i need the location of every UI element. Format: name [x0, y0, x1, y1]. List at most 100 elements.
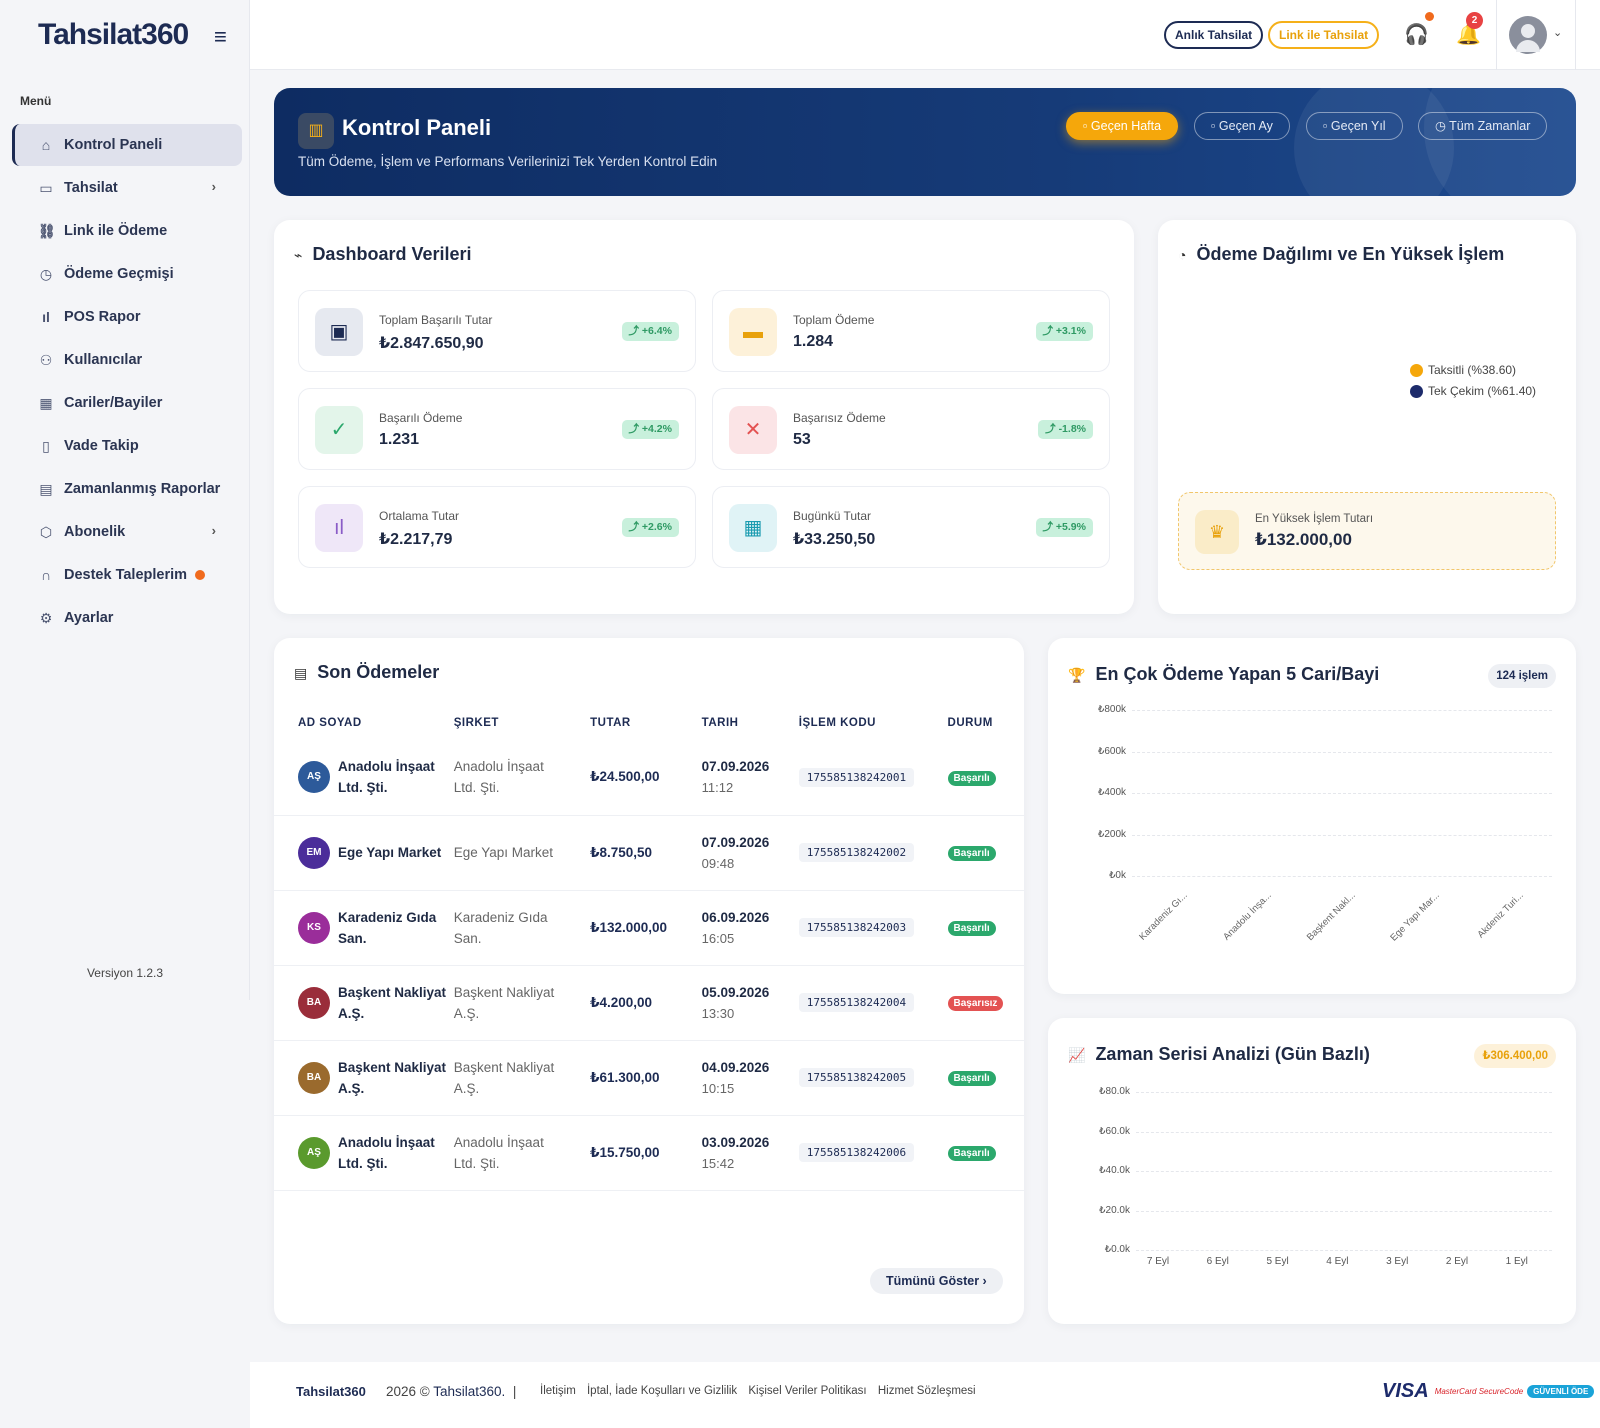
sidebar-item-0[interactable]: ⌂ Kontrol Paneli	[12, 124, 242, 166]
footer-links: İletişim İptal, İade Koşulları ve Gizlil…	[540, 1385, 984, 1397]
bar-chart-icon: ıl	[42, 309, 50, 325]
chevron-down-icon[interactable]: ⌄	[1553, 26, 1562, 39]
users-icon: ⚇	[39, 352, 53, 368]
topbar: Anlık Tahsilat Link ile Tahsilat 🎧 🔔 2 ⌄	[250, 0, 1600, 70]
menu-label: Menü	[20, 94, 52, 108]
column-header[interactable]: DURUM	[948, 706, 1024, 740]
company-name: Ege Yapı Market	[453, 845, 554, 860]
filter-last-month[interactable]: ▫ Geçen Ay	[1194, 112, 1290, 140]
payer-name: Ege Yapı Market	[338, 845, 442, 860]
sidebar-item-label: Vade Takip	[64, 438, 139, 454]
notification-dot	[195, 570, 206, 580]
recent-payments-card: ▤ Son Ödemeler AD SOYAD ŞIRKET TUTAR TARIH İŞ…	[274, 638, 1024, 1324]
trend-badge: ⤴ +4.2%	[621, 420, 679, 439]
table-row[interactable]: AŞ Anadolu İnşaat Ltd. Şti. Anadolu İnşaat…	[274, 740, 1024, 816]
link-collection-button[interactable]: Link ile Tahsilat	[1268, 21, 1380, 49]
sidebar-item-label: Abonelik	[64, 524, 126, 540]
payments-table: AD SOYAD ŞIRKET TUTAR TARIH İŞLEM KODU DURUM …	[274, 706, 1024, 1191]
y-tick: ₺200k	[1097, 828, 1126, 840]
x-label: 3 Eyl	[1386, 1256, 1409, 1267]
peak-value: ₺132.000,00	[1255, 530, 1352, 549]
sidebar-item-8[interactable]: ▤ Zamanlanmış Raporlar	[12, 468, 242, 510]
footer-link-terms[interactable]: Hizmet Sözleşmesi	[878, 1385, 976, 1397]
grid-line	[1136, 1092, 1552, 1093]
stat-label: Ortalama Tutar	[379, 509, 460, 523]
stat-card: ▦ Bugünkü Tutar ₺33.250,50 ⤴ +5.9%	[712, 486, 1110, 568]
table-row[interactable]: BA Başkent Nakliyat A.Ş. Başkent Nakliyat …	[274, 1040, 1024, 1116]
filter-last-week[interactable]: ▫ Geçen Hafta	[1066, 112, 1179, 140]
timeseries-card: 📈 Zaman Serisi Analizi (Gün Bazlı) ₺306.4…	[1048, 1018, 1576, 1324]
stat-label: Başarısız Ödeme	[793, 411, 886, 425]
headset-icon[interactable]: 🎧	[1404, 22, 1429, 47]
peak-transaction-box: ♛ En Yüksek İşlem Tutarı ₺132.000,00	[1178, 492, 1556, 570]
stat-label: Toplam Ödeme	[793, 313, 875, 327]
column-header[interactable]: TUTAR	[590, 706, 702, 740]
sidebar-item-label: Zamanlanmış Raporlar	[64, 481, 221, 497]
table-row[interactable]: AŞ Anadolu İnşaat Ltd. Şti. Anadolu İnşaat…	[274, 1115, 1024, 1191]
column-header[interactable]: İŞLEM KODU	[799, 706, 948, 740]
app-logo[interactable]: Tahsilat360	[38, 18, 189, 52]
footer-link-contact[interactable]: İletişim	[540, 1385, 576, 1397]
sidebar-item-9[interactable]: ⬡ Abonelik ›	[12, 511, 242, 553]
link-icon: ⛓	[38, 223, 56, 239]
table-header: AD SOYAD ŞIRKET TUTAR TARIH İŞLEM KODU DURUM	[274, 706, 1024, 740]
time: 15:42	[701, 1155, 735, 1171]
payer-name: Anadolu İnşaat Ltd. Şti.	[338, 759, 435, 796]
version-text: Versiyon 1.2.3	[86, 966, 164, 980]
chart-icon: ıl	[315, 504, 363, 552]
table-row[interactable]: BA Başkent Nakliyat A.Ş. Başkent Nakliyat …	[274, 965, 1024, 1041]
x-category: Anadolu İnşa...	[1221, 890, 1274, 943]
company-name: Başkent Nakliyat A.Ş.	[453, 1059, 555, 1096]
table-row[interactable]: EM Ege Yapı Market Ege Yapı Market ₺8.750,5…	[274, 815, 1024, 891]
filter-last-year[interactable]: ▫ Geçen Yıl	[1306, 112, 1403, 140]
instant-collection-button[interactable]: Anlık Tahsilat	[1164, 21, 1264, 49]
sidebar-item-label: Tahsilat	[64, 180, 118, 196]
peak-label: En Yüksek İşlem Tutarı	[1255, 513, 1374, 525]
sidebar-item-7[interactable]: ▯ Vade Takip	[12, 425, 242, 467]
grid-line	[1136, 1171, 1552, 1172]
sidebar-item-label: Kullanıcılar	[64, 352, 143, 368]
grid-line	[1132, 793, 1552, 794]
calendar-check-icon: ▦	[729, 504, 777, 552]
column-header[interactable]: ŞIRKET	[454, 706, 590, 740]
sidebar-item-5[interactable]: ⚇ Kullanıcılar	[12, 339, 242, 381]
company-name: Karadeniz Gıda San.	[453, 909, 548, 946]
sidebar-item-label: Cariler/Bayiler	[64, 395, 163, 411]
hamburger-menu-icon[interactable]: ≡	[214, 24, 227, 50]
y-tick: ₺60.0k	[1099, 1125, 1130, 1137]
company-name: Anadolu İnşaat Ltd. Şti.	[453, 759, 544, 796]
amount: ₺61.300,00	[590, 1069, 660, 1085]
amount: ₺4.200,00	[590, 994, 653, 1010]
footer-link-refund[interactable]: İptal, İade Koşulları ve Gizlilik	[587, 1385, 737, 1397]
sidebar-item-1[interactable]: ▭ Tahsilat ›	[12, 167, 242, 209]
table-row[interactable]: KS Karadeniz Gıda San. Karadeniz Gıda San.…	[274, 890, 1024, 966]
trend-badge: ⤴ +2.6%	[621, 518, 679, 537]
sidebar-item-10[interactable]: ∩ Destek Taleplerim	[12, 554, 242, 596]
show-all-button[interactable]: Tümünü Göster ›	[870, 1268, 1003, 1294]
column-header[interactable]: AD SOYAD	[274, 706, 454, 740]
timeseries-title: 📈 Zaman Serisi Analizi (Gün Bazlı)	[1068, 1044, 1370, 1064]
check-circle-icon: ✓	[315, 406, 363, 454]
notification-badge: 2	[1466, 12, 1483, 29]
sidebar-item-label: Ödeme Geçmişi	[64, 266, 174, 282]
avatar: BA	[298, 1061, 330, 1094]
y-tick: ₺400k	[1097, 787, 1126, 798]
avatar: BA	[298, 986, 330, 1019]
sidebar-item-3[interactable]: ◷ Ödeme Geçmişi	[12, 253, 242, 295]
chevron-right-icon: ›	[211, 523, 216, 538]
package-icon: ⬡	[39, 524, 53, 540]
sidebar-item-11[interactable]: ⚙ Ayarlar	[12, 597, 242, 639]
payer-name: Başkent Nakliyat A.Ş.	[338, 1059, 447, 1096]
sidebar-item-6[interactable]: ▦ Cariler/Bayiler	[12, 382, 242, 424]
y-tick: ₺800k	[1097, 704, 1126, 715]
x-category: Ege Yapı Mar...	[1388, 890, 1442, 944]
user-avatar[interactable]	[1509, 16, 1547, 54]
sidebar-item-2[interactable]: ⛓ Link ile Ödeme	[12, 210, 242, 252]
report-icon: ▤	[39, 481, 53, 497]
footer-link-privacy[interactable]: Kişisel Veriler Politikası	[748, 1385, 866, 1397]
sidebar-item-4[interactable]: ıl POS Rapor	[12, 296, 242, 338]
receipt-icon: ▤	[294, 665, 308, 681]
filter-all-time[interactable]: ◷ Tüm Zamanlar	[1418, 112, 1548, 140]
column-header[interactable]: TARIH	[702, 706, 799, 740]
legend-single: Tek Çekim (%61.40)	[1410, 384, 1536, 398]
